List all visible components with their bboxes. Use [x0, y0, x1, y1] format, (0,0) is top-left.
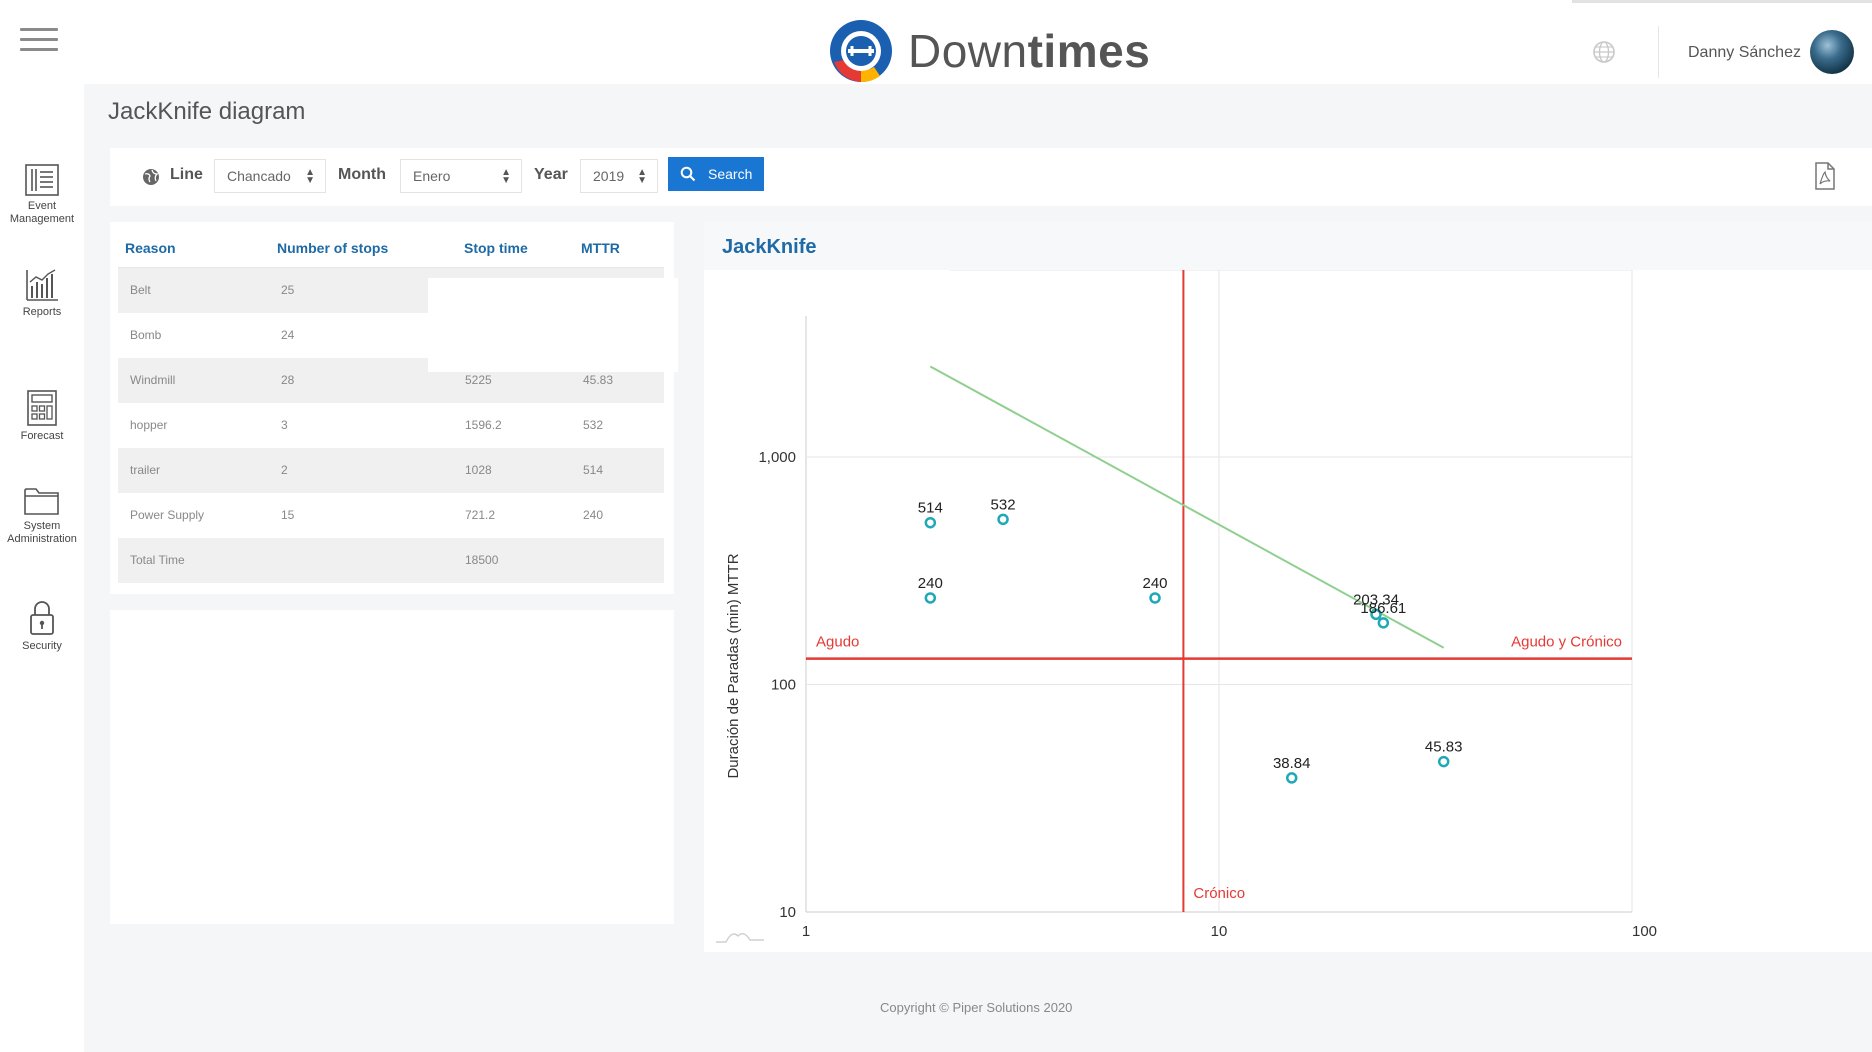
footer-copyright: Copyright © Piper Solutions 2020 — [880, 1000, 1073, 1015]
table-row[interactable]: hopper 3 1596.2 532 — [118, 403, 664, 448]
data-point — [924, 592, 937, 604]
chart-title: JackKnife — [722, 236, 817, 258]
select-caret-icon: ▲ ▼ — [501, 167, 511, 186]
data-label: 240 — [1143, 575, 1168, 592]
downtimes-logo-icon — [830, 20, 892, 83]
sidebar-item-system-administration[interactable]: System Administration — [0, 484, 84, 546]
column-header-stop-time: Stop time — [464, 240, 528, 256]
folder-icon — [24, 488, 59, 515]
column-header-mttr: MTTR — [581, 240, 620, 256]
month-label: Month — [338, 166, 386, 183]
data-label: 532 — [991, 496, 1016, 513]
region-label-cronico: Crónico — [1193, 885, 1245, 902]
stops-table: Reason Number of stops Stop time MTTR Be… — [110, 222, 678, 594]
user-name[interactable]: Danny Sánchez — [1688, 44, 1801, 62]
table-row[interactable]: trailer 2 1028 514 — [118, 448, 664, 493]
sidebar-item-security[interactable]: Security — [0, 600, 84, 653]
globe-icon — [143, 169, 159, 185]
empty-panel — [110, 610, 674, 924]
jackknife-chart: 1 10 100 10 100 1,000 Agudo Agudo y Crónico Crón… — [716, 270, 1657, 943]
x-tick-label: 1 — [802, 923, 810, 940]
header-divider — [1658, 26, 1659, 78]
sidebar-item-label: Security — [22, 640, 62, 652]
data-label: 186.61 — [1360, 600, 1406, 617]
sidebar-item-label: Reports — [22, 306, 62, 318]
sidebar-item-label: Event — [27, 200, 57, 212]
pdf-export-icon[interactable] — [1814, 162, 1836, 190]
year-label: Year — [534, 166, 568, 183]
data-point — [1437, 755, 1450, 768]
table-row[interactable]: Power Supply 15 721.2 240 — [118, 493, 664, 538]
jackknife-chart-card: JackKnife 1 10 100 10 100 1,000 Agudo Agudo y C… — [704, 222, 1872, 952]
chart-header: JackKnife — [704, 222, 1872, 270]
line-label: Line — [170, 166, 203, 183]
data-point — [997, 513, 1009, 526]
search-icon — [680, 166, 696, 182]
x-tick-label: 100 — [1632, 923, 1657, 940]
x-tick-label: 10 — [1211, 923, 1228, 940]
data-point — [1149, 592, 1161, 604]
lock-icon — [30, 601, 54, 635]
data-point — [924, 516, 937, 529]
sidebar-item-reports[interactable]: Reports — [0, 268, 84, 319]
sidebar-item-label: System — [23, 520, 61, 532]
brand-logo: Downtimes — [828, 16, 1150, 86]
region-label-agudo: Agudo — [816, 634, 859, 651]
select-caret-icon: ▲ ▼ — [305, 167, 315, 186]
sidebar-item-label: Forecast — [20, 430, 64, 442]
blank-overlay — [428, 278, 678, 372]
globe-icon[interactable] — [1592, 40, 1616, 64]
header-divider-line — [1572, 0, 1872, 3]
y-tick-label: 100 — [771, 676, 796, 693]
data-point — [1377, 617, 1390, 629]
y-tick-label: 1,000 — [758, 449, 796, 466]
y-axis-title: Duración de Paradas (min) MTTR — [725, 553, 742, 778]
search-button[interactable]: Search — [668, 157, 764, 191]
data-label: 45.83 — [1425, 739, 1463, 756]
sidebar-item-forecast[interactable]: Forecast — [0, 390, 84, 443]
calculator-icon — [27, 390, 57, 426]
chart-footer-glyph — [716, 933, 764, 943]
region-label-agudo-y-cronico: Agudo y Crónico — [1511, 634, 1622, 651]
y-tick-label: 10 — [779, 904, 796, 921]
sidebar-item-label: Management — [9, 213, 75, 225]
column-header-number-of-stops: Number of stops — [277, 240, 389, 256]
month-select[interactable]: Enero ▲ ▼ — [400, 159, 522, 193]
list-icon — [25, 164, 59, 196]
column-header-reason: Reason — [125, 240, 176, 256]
year-select[interactable]: 2019 ▲ ▼ — [580, 159, 658, 193]
top-header: Downtimes Danny Sánchez — [84, 0, 1872, 84]
select-caret-icon: ▲ ▼ — [637, 167, 647, 186]
filter-bar: Line Chancado ▲ ▼ Month Enero ▲ ▼ Year 201… — [110, 148, 1872, 206]
data-label: 38.84 — [1273, 755, 1311, 772]
bar-chart-icon — [26, 269, 58, 301]
data-point — [1285, 772, 1298, 784]
sidebar: Event Management Reports Forecast System… — [0, 0, 84, 1052]
data-label: 240 — [918, 575, 943, 592]
sidebar-item-label: Administration — [7, 533, 77, 545]
sidebar-item-event-management[interactable]: Event Management — [0, 164, 84, 226]
table-row-total: Total Time 18500 — [118, 538, 664, 583]
data-label: 514 — [918, 500, 943, 517]
line-select[interactable]: Chancado ▲ ▼ — [214, 159, 326, 193]
hamburger-menu-icon[interactable] — [20, 28, 58, 54]
app-name: Downtimes — [908, 25, 1151, 77]
avatar[interactable] — [1810, 30, 1854, 74]
page-title: JackKnife diagram — [108, 98, 306, 125]
